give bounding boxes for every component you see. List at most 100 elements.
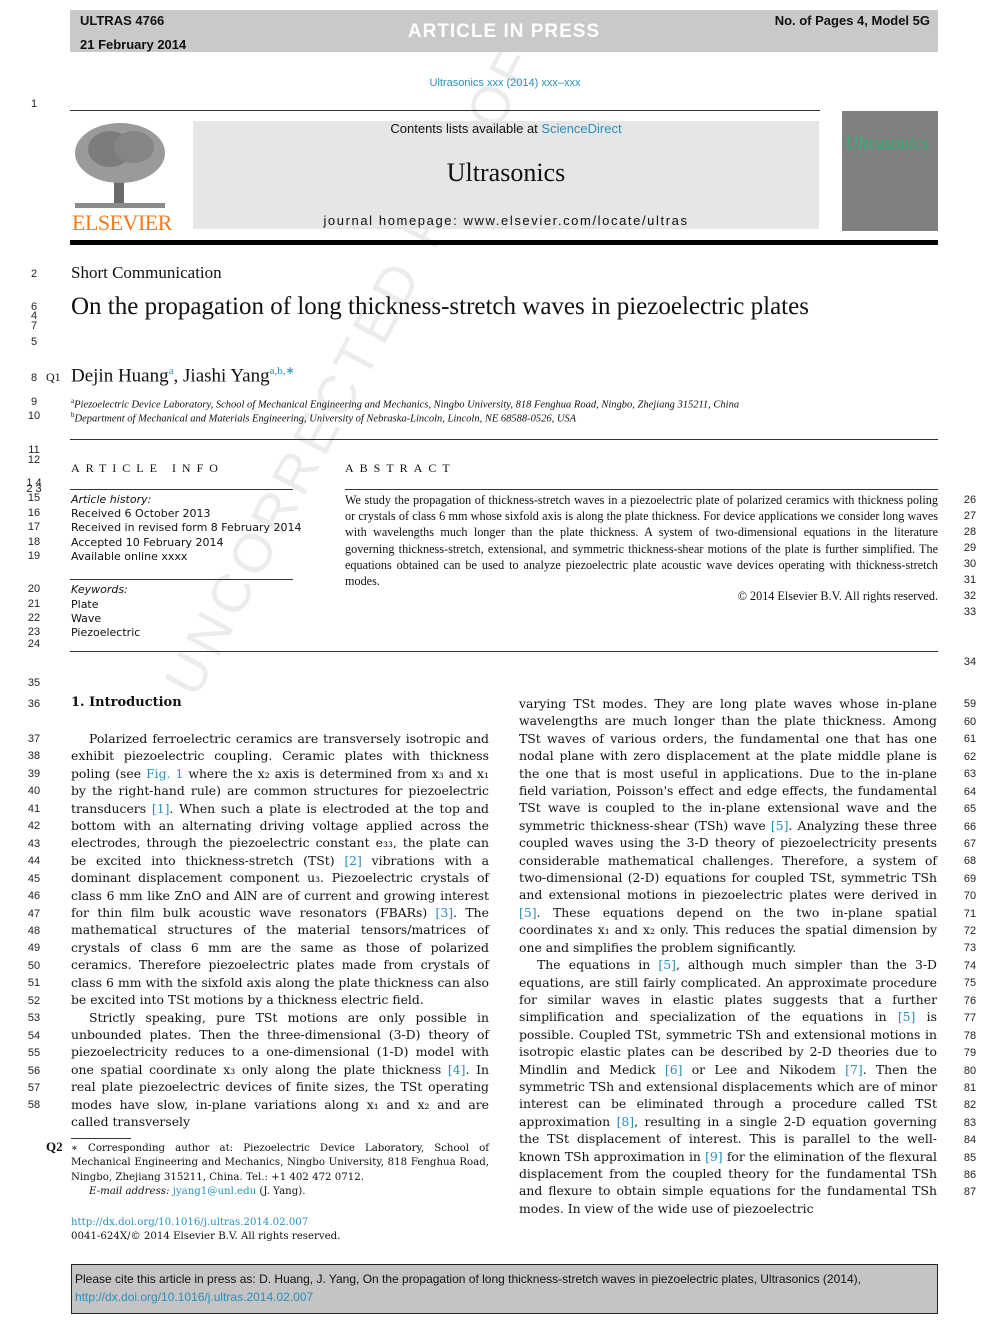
keyword: Wave	[71, 612, 102, 625]
line-number: 9	[30, 396, 38, 408]
pages-model: No. of Pages 4, Model 5G	[774, 13, 930, 28]
line-number: 24	[27, 638, 41, 650]
line-number: 56	[27, 1065, 41, 1077]
email-label: E-mail address:	[89, 1185, 173, 1197]
query-mark-q1[interactable]: Q1	[46, 370, 61, 385]
abstract-copyright: © 2014 Elsevier B.V. All rights reserved…	[737, 589, 938, 603]
reference-link[interactable]: Fig. 1	[146, 766, 183, 781]
reference-link[interactable]: [3]	[436, 905, 454, 920]
line-number: 30	[963, 558, 977, 570]
line-number: 16	[27, 507, 41, 519]
email-link[interactable]: jyang1@unl.edu	[173, 1186, 256, 1197]
doi-link[interactable]: http://dx.doi.org/10.1016/j.ultras.2014.…	[71, 1217, 308, 1228]
history-online: Available online xxxx	[71, 550, 188, 563]
reference-link[interactable]: [6]	[665, 1062, 683, 1077]
reference-link[interactable]: [5]	[519, 905, 537, 920]
line-number: 73	[963, 942, 977, 954]
journal-title: Ultrasonics	[446, 158, 566, 187]
author-name[interactable]: Jiashi Yang	[183, 365, 270, 386]
line-number: 86	[963, 1169, 977, 1181]
abstract-rule	[345, 489, 938, 490]
paragraph-text: . The mathematical structures of the mat…	[71, 905, 489, 1008]
line-number: 65	[963, 803, 977, 815]
line-number: 38	[27, 750, 41, 762]
line-number: 79	[963, 1047, 977, 1059]
line-number: 45	[27, 873, 41, 885]
keyword: Piezoelectric	[71, 626, 141, 639]
issn-copyright: 0041-624X/© 2014 Elsevier B.V. All right…	[71, 1231, 341, 1243]
elsevier-wordmark: ELSEVIER	[72, 210, 172, 235]
masthead-top-rule	[70, 110, 820, 111]
abstract-heading: ABSTRACT	[345, 461, 456, 475]
line-number: 44	[27, 855, 41, 867]
author-affil-marker[interactable]: a,b,∗	[270, 365, 295, 377]
line-number: 46	[27, 890, 41, 902]
query-mark-q2[interactable]: Q2	[46, 1139, 63, 1155]
line-number: 81	[963, 1082, 977, 1094]
email-suffix: (J. Yang).	[256, 1185, 306, 1197]
reference-link[interactable]: [8]	[617, 1114, 635, 1129]
journal-homepage[interactable]: journal homepage: www.elsevier.com/locat…	[193, 213, 819, 228]
section-heading-introduction: 1. Introduction	[71, 695, 182, 710]
contents-prefix: Contents lists available at	[390, 121, 542, 136]
line-number: 52	[27, 995, 41, 1007]
line-number: 71	[963, 908, 977, 920]
paragraph: varying TSt modes. They are long plate w…	[519, 695, 937, 956]
line-number: 12	[27, 454, 41, 466]
history-received: Received 6 October 2013	[71, 507, 211, 520]
left-column: Polarized ferroelectric ceramics are tra…	[71, 730, 489, 1130]
line-number: 74	[963, 960, 977, 972]
line-number: 60	[963, 716, 977, 728]
affiliation-a: aPiezoelectric Device Laboratory, School…	[71, 397, 739, 411]
line-number: 53	[27, 1012, 41, 1024]
line-number: 20	[27, 583, 41, 595]
citation-text: Please cite this article in press as: D.…	[75, 1272, 861, 1286]
author-name[interactable]: Dejin Huang	[71, 365, 169, 386]
line-number: 19	[27, 550, 41, 562]
reference-link[interactable]: [9]	[705, 1149, 723, 1164]
line-number: 36	[27, 698, 41, 710]
journal-reference[interactable]: Ultrasonics xxx (2014) xxx–xxx	[0, 77, 992, 89]
keyword: Plate	[71, 598, 99, 611]
article-status-bar: ULTRAS 4766 21 February 2014 ARTICLE IN …	[70, 10, 938, 52]
line-number: 22	[27, 612, 41, 624]
line-number: 17	[27, 521, 41, 533]
line-number: 55	[27, 1047, 41, 1059]
affil-text: Piezoelectric Device Laboratory, School …	[74, 399, 740, 411]
line-number: 83	[963, 1117, 977, 1129]
line-number: 47	[27, 908, 41, 920]
line-number: 67	[963, 838, 977, 850]
line-number: 75	[963, 977, 977, 989]
line-number: 64	[963, 786, 977, 798]
line-number: 59	[963, 698, 977, 710]
journal-cover-thumbnail[interactable]: Ultrasonics	[842, 111, 938, 231]
line-number: 2	[30, 268, 38, 280]
line-number: 5	[30, 336, 38, 348]
line-number: 77	[963, 1012, 977, 1024]
author-affil-marker[interactable]: a	[169, 365, 174, 377]
corresponding-author-footnote: ∗ Corresponding author at: Piezoelectric…	[71, 1142, 489, 1199]
citation-doi-link[interactable]: http://dx.doi.org/10.1016/j.ultras.2014.…	[75, 1290, 313, 1304]
reference-link[interactable]: [5]	[898, 1009, 916, 1024]
line-number: 78	[963, 1030, 977, 1042]
paragraph: The equations in [5], although much simp…	[519, 956, 937, 1217]
line-number: 27	[963, 510, 977, 522]
reference-link[interactable]: [7]	[845, 1062, 863, 1077]
abstract-bottom-rule	[70, 651, 938, 652]
line-number: 61	[963, 733, 977, 745]
line-number: 28	[963, 526, 977, 538]
paragraph: Strictly speaking, pure TSt motions are …	[71, 1009, 489, 1131]
line-number: 70	[963, 890, 977, 902]
reference-link[interactable]: [2]	[344, 853, 362, 868]
reference-link[interactable]: [5]	[658, 957, 676, 972]
paragraph-text: or Lee and Nikodem	[682, 1061, 846, 1077]
line-number: 84	[963, 1134, 977, 1146]
keywords-label: Keywords:	[71, 583, 128, 596]
line-number: 33	[963, 606, 977, 618]
reference-link[interactable]: [1]	[152, 801, 170, 816]
sciencedirect-link[interactable]: ScienceDirect	[541, 121, 621, 136]
reference-link[interactable]: [4]	[448, 1062, 466, 1077]
reference-link[interactable]: [5]	[771, 818, 789, 833]
section-type: Short Communication	[71, 263, 222, 282]
line-number: 1	[30, 98, 38, 110]
